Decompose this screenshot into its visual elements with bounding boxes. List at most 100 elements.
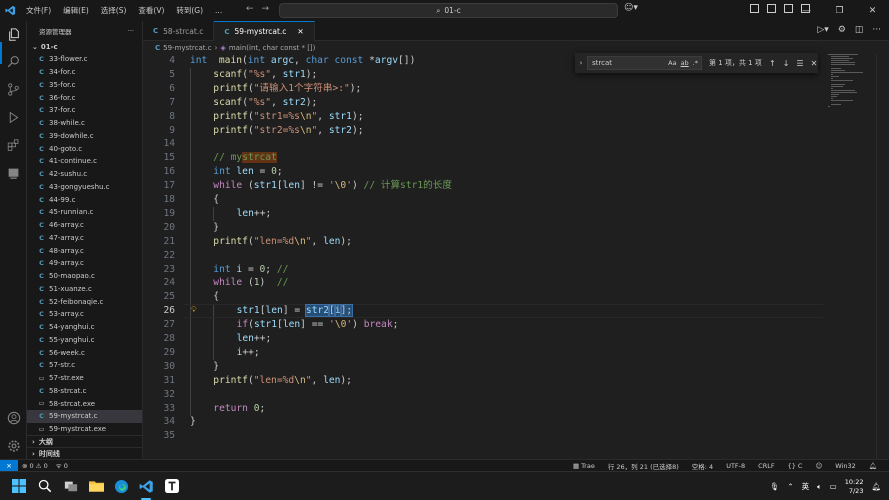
file-item[interactable]: C 43-gongyueshu.c (27, 181, 142, 194)
notification-icon[interactable]: 🔔︎ (871, 482, 881, 491)
code-line[interactable]: 17 while (str1[len] != '\0') // 计算str1的长度 (143, 179, 823, 193)
copilot-status-icon[interactable]: ☺ (811, 462, 826, 470)
file-item[interactable]: C 36-for.c (27, 91, 142, 104)
minimize-icon[interactable]: — (790, 0, 823, 21)
find-input[interactable]: strcat Aa ab .* (587, 56, 702, 70)
battery-icon[interactable]: ▭ (830, 482, 837, 491)
account-icon[interactable] (5, 409, 22, 426)
file-item[interactable]: ▭ 57-str.exe (27, 372, 142, 385)
volume-icon[interactable]: 🔈︎ (817, 482, 822, 492)
file-item[interactable]: C 48-array.c (27, 244, 142, 257)
typora-icon[interactable] (164, 478, 180, 494)
file-item[interactable]: C 56-week.c (27, 346, 142, 359)
source-control-icon[interactable] (5, 81, 22, 98)
file-item[interactable]: C 39-dowhile.c (27, 130, 142, 143)
folder-root[interactable]: ⌄ 01-c (27, 41, 142, 53)
code-line[interactable]: 21 printf("len=%d\n", len); (143, 235, 823, 249)
previous-match-icon[interactable]: ↑ (769, 59, 776, 68)
problems-indicator[interactable]: ⊗ 0 ⚠ 0 (18, 462, 52, 470)
code-line[interactable]: 8 printf("str1=%s\n", str1); (143, 110, 823, 124)
tab-59-mystrcat[interactable]: C 59-mystrcat.c ✕ (214, 21, 315, 41)
toggle-replace-icon[interactable]: › (575, 59, 587, 67)
run-code-icon[interactable]: ▷▾ (817, 25, 828, 35)
code-line[interactable]: 22 (143, 249, 823, 263)
encoding[interactable]: UTF-8 (722, 462, 749, 470)
file-item[interactable]: C 52-feibonaqie.c (27, 295, 142, 308)
file-explorer-icon[interactable] (88, 478, 104, 494)
regex-icon[interactable]: .* (693, 59, 698, 67)
file-item[interactable]: ▭ 58-strcat.exe (27, 397, 142, 410)
code-line[interactable]: 16 int len = 0; (143, 165, 823, 179)
trae-indicator[interactable]: ▦ Trae (569, 462, 599, 470)
forward-arrow-icon[interactable]: → (262, 4, 270, 14)
extensions-icon[interactable] (5, 137, 22, 154)
match-whole-word-icon[interactable]: ab (681, 59, 689, 67)
more-actions-icon[interactable]: ··· (128, 27, 134, 35)
code-line[interactable]: 35 (143, 429, 823, 443)
code-line[interactable]: 18 { (143, 193, 823, 207)
code-line[interactable]: 33 return 0; (143, 402, 823, 416)
code-line[interactable]: 20} (143, 221, 823, 235)
code-line[interactable]: 28 len++; (143, 332, 823, 346)
file-item[interactable]: C 55-yanghui.c (27, 334, 142, 347)
end-of-line[interactable]: CRLF (754, 462, 778, 470)
code-line[interactable]: 29 i++; (143, 346, 823, 360)
file-item[interactable]: C 44-99.c (27, 193, 142, 206)
language-mode[interactable]: {} C (784, 462, 807, 470)
file-item[interactable]: C 34-for.c (27, 66, 142, 79)
timeline-section[interactable]: › 时间线 (27, 447, 143, 459)
file-item[interactable]: C 35-for.c (27, 79, 142, 92)
close-find-icon[interactable]: ✕ (811, 59, 818, 68)
more-actions-icon[interactable]: ··· (872, 25, 881, 35)
command-center-search[interactable]: ⌕ 01-c (279, 3, 618, 18)
indentation[interactable]: 空格: 4 (688, 461, 717, 471)
task-view-icon[interactable] (63, 478, 79, 494)
code-line[interactable]: 25 { (143, 290, 823, 304)
breadcrumb-symbol[interactable]: main(int, char const * []) (229, 44, 316, 52)
remote-explorer-icon[interactable] (5, 165, 22, 182)
file-item[interactable]: C 40-goto.c (27, 142, 142, 155)
microphone-icon[interactable]: 🎙︎ (770, 482, 780, 491)
remote-indicator-icon[interactable]: ⨯ (0, 459, 18, 472)
code-line[interactable]: 19 len++; (143, 207, 823, 221)
code-line[interactable]: 32 (143, 388, 823, 402)
code-line[interactable]: 31 printf("len=%d\n", len); (143, 374, 823, 388)
file-item[interactable]: C 45-runnian.c (27, 206, 142, 219)
vertical-scrollbar[interactable] (876, 54, 889, 459)
windows-start-icon[interactable] (11, 478, 27, 494)
code-line[interactable]: 6 printf("请输入1个字符串>:"); (143, 82, 823, 96)
clock[interactable]: 10:22 7/23 (845, 478, 864, 496)
copilot-icon[interactable]: ☺▾ (624, 3, 638, 13)
code-line[interactable]: 34} (143, 415, 823, 429)
code-line[interactable]: 7 scanf("%s", str2); (143, 96, 823, 110)
ports-indicator[interactable]: ᯤ 0 (52, 461, 72, 470)
outline-section[interactable]: › 大纲 (27, 435, 143, 447)
run-debug-icon[interactable] (5, 109, 22, 126)
menu-edit[interactable]: 编辑(E) (57, 0, 95, 21)
menu-file[interactable]: 文件(F) (20, 0, 57, 21)
platform[interactable]: Win32 (831, 462, 859, 470)
code-line[interactable]: 24 while (1) // (143, 276, 823, 290)
find-in-selection-icon[interactable]: ☰ (796, 59, 803, 68)
menu-go[interactable]: 转到(G) (170, 0, 209, 21)
code-line[interactable]: 9 printf("str2=%s\n", str2); (143, 124, 823, 138)
menu-view[interactable]: 查看(V) (132, 0, 170, 21)
ime-indicator[interactable]: 英 (802, 481, 810, 492)
vscode-taskbar-icon[interactable] (138, 478, 154, 494)
close-icon[interactable]: ✕ (856, 0, 889, 21)
file-item[interactable]: C 51-xuanze.c (27, 283, 142, 296)
tab-close-icon[interactable]: ✕ (297, 27, 303, 36)
gear-icon[interactable]: ⚙ (838, 25, 846, 35)
explorer-icon[interactable] (5, 26, 22, 43)
file-item[interactable]: C 47-array.c (27, 232, 142, 245)
code-line[interactable]: 15 // mystrcat (143, 151, 823, 165)
search-icon[interactable] (5, 53, 22, 70)
code-line[interactable]: 14 (143, 137, 823, 151)
menu-more[interactable]: ... (209, 0, 228, 21)
cursor-position[interactable]: 行 26，列 21 (已选择8) (604, 461, 683, 471)
file-item[interactable]: ▭ 59-mystrcat.exe (27, 423, 142, 436)
file-item[interactable]: C 58-strcat.c (27, 385, 142, 398)
code-editor[interactable]: 4 int main(int argc, char const *argv[]) 5… (143, 54, 889, 459)
file-item[interactable]: C 46-array.c (27, 219, 142, 232)
file-item[interactable]: C 33-flower.c (27, 53, 142, 66)
